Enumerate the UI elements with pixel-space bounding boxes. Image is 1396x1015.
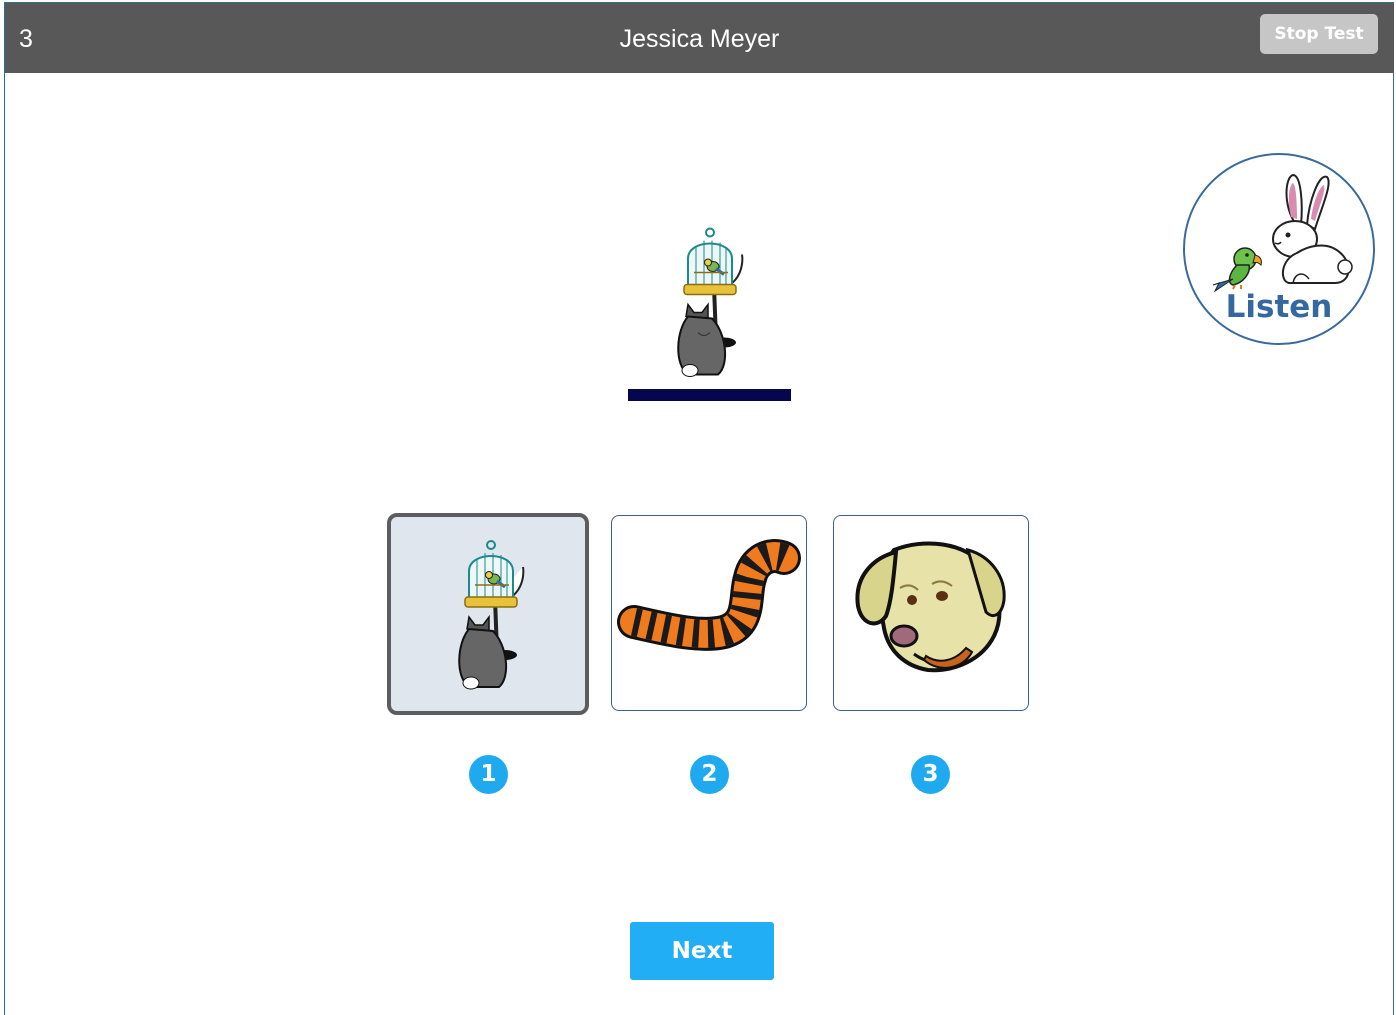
stop-test-button[interactable]: Stop Test (1260, 14, 1378, 54)
listen-button[interactable]: Listen (1183, 153, 1375, 345)
listen-label: Listen (1225, 289, 1333, 325)
cat-watching-birdcage-icon (677, 227, 744, 377)
choice-card-3[interactable] (833, 515, 1029, 711)
header-bar: 3 Jessica Meyer Stop Test (5, 3, 1394, 73)
choice-card-1[interactable] (387, 513, 589, 715)
student-name: Jessica Meyer (619, 25, 780, 53)
choice-number-3[interactable]: 3 (911, 755, 950, 794)
prompt-image (658, 222, 758, 392)
choice-number-2[interactable]: 2 (690, 755, 729, 794)
choice-card-2[interactable] (611, 515, 807, 711)
answer-blank (628, 389, 791, 401)
next-button[interactable]: Next (630, 922, 774, 980)
striped-tail-icon (617, 539, 801, 651)
dog-head-icon (855, 541, 1006, 673)
cat-watching-birdcage-icon (458, 540, 525, 690)
choice-number-1[interactable]: 1 (469, 755, 508, 794)
app-frame (4, 2, 1394, 1015)
